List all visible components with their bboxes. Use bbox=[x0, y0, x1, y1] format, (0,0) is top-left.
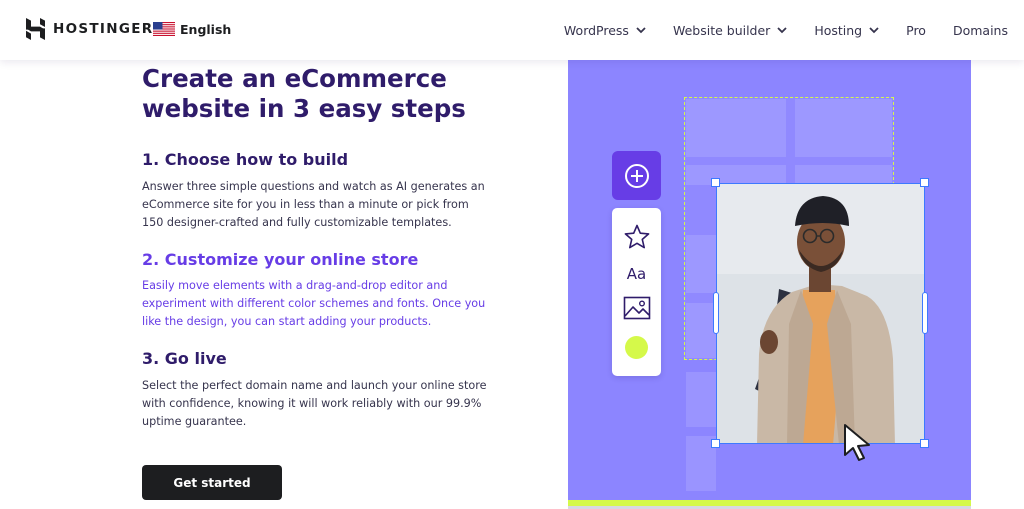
language-selector[interactable]: English bbox=[153, 18, 231, 40]
step-1-title[interactable]: 1. Choose how to build bbox=[142, 150, 502, 170]
nav-item-wordpress[interactable]: WordPress bbox=[564, 23, 646, 38]
image-icon bbox=[623, 296, 650, 320]
resize-handle-right[interactable] bbox=[922, 292, 928, 334]
builder-illustration: Aa bbox=[568, 60, 971, 500]
nav-item-domains[interactable]: Domains bbox=[953, 23, 1008, 38]
logo-text: HOSTINGER bbox=[53, 21, 154, 37]
toolbar-star-tool[interactable] bbox=[612, 220, 661, 254]
layout-grid-cell bbox=[686, 372, 716, 427]
step-2-description: Easily move elements with a drag-and-dro… bbox=[142, 279, 486, 328]
chevron-down-icon bbox=[869, 26, 879, 33]
model-photo bbox=[717, 184, 924, 443]
plus-circle-icon bbox=[624, 163, 649, 188]
step-3-description: Select the perfect domain name and launc… bbox=[142, 379, 487, 428]
resize-handle-top-right[interactable] bbox=[920, 178, 929, 187]
toolbar-image-tool[interactable] bbox=[612, 291, 661, 325]
us-flag-icon bbox=[153, 22, 175, 36]
get-started-button[interactable]: Get started bbox=[142, 465, 282, 500]
step-3-title[interactable]: 3. Go live bbox=[142, 349, 502, 369]
page-title: Create an eCommerce website in 3 easy st… bbox=[142, 64, 466, 123]
site-header: HOSTINGER English WordPress Website buil… bbox=[0, 0, 1024, 60]
toolbar-text-tool[interactable]: Aa bbox=[612, 257, 661, 291]
resize-handle-bottom-left[interactable] bbox=[711, 439, 720, 448]
nav-item-website-builder[interactable]: Website builder bbox=[673, 23, 787, 38]
nav-item-pro[interactable]: Pro bbox=[906, 23, 926, 38]
step-2-title[interactable]: 2. Customize your online store bbox=[142, 250, 502, 270]
nav-item-label: Pro bbox=[906, 22, 926, 38]
color-dot-icon bbox=[625, 335, 648, 359]
hostinger-logo-icon bbox=[26, 18, 45, 40]
selected-image-element[interactable] bbox=[716, 183, 925, 444]
nav-item-label: Hosting bbox=[814, 22, 863, 38]
resize-handle-left[interactable] bbox=[713, 292, 719, 334]
nav-item-label: Website builder bbox=[672, 22, 771, 38]
star-icon bbox=[624, 224, 649, 249]
add-element-button[interactable] bbox=[612, 151, 661, 200]
chevron-down-icon bbox=[636, 26, 646, 33]
step-1-description: Answer three simple questions and watch … bbox=[142, 180, 485, 229]
pointer-cursor-icon bbox=[844, 424, 870, 461]
nav-item-hosting[interactable]: Hosting bbox=[814, 23, 879, 38]
text-icon: Aa bbox=[626, 265, 647, 283]
main-nav: WordPress Website builder Hosting Pro Do… bbox=[537, 0, 1008, 60]
toolbar-color-tool[interactable] bbox=[612, 330, 661, 364]
resize-handle-bottom-right[interactable] bbox=[920, 439, 929, 448]
language-label: English bbox=[180, 21, 232, 37]
chevron-down-icon bbox=[777, 26, 787, 33]
nav-item-label: Domains bbox=[952, 22, 1008, 38]
resize-handle-top-left[interactable] bbox=[711, 178, 720, 187]
nav-item-label: WordPress bbox=[563, 22, 629, 38]
hostinger-logo[interactable]: HOSTINGER bbox=[26, 18, 153, 40]
element-toolbar: Aa bbox=[612, 208, 661, 376]
